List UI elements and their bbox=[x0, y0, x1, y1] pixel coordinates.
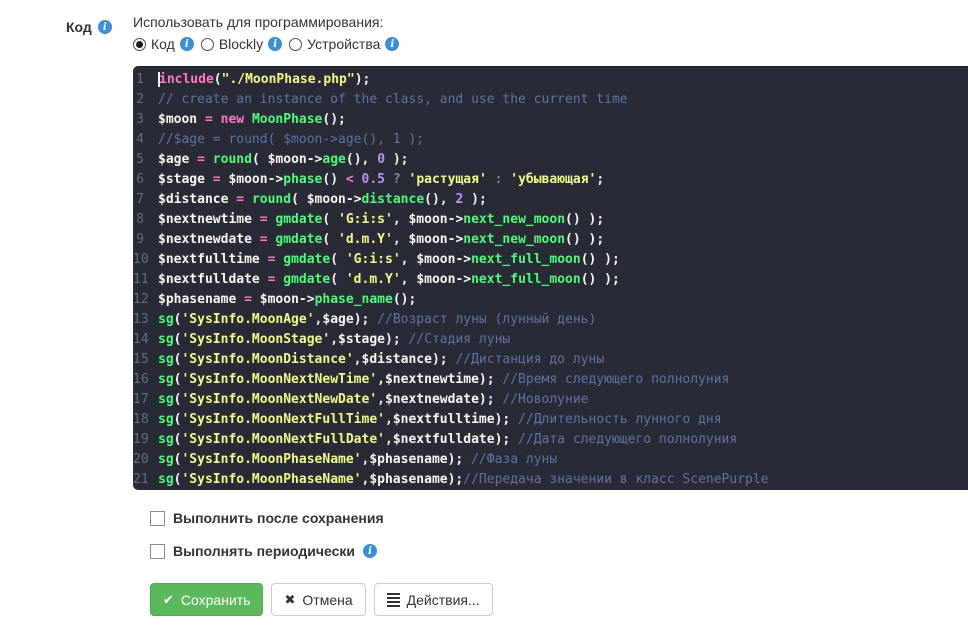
field-label-code: Код bbox=[66, 19, 112, 35]
radio-label: Код bbox=[151, 36, 175, 52]
radio-option-code[interactable]: Код bbox=[133, 36, 194, 52]
info-icon[interactable] bbox=[385, 37, 400, 51]
line-number: 13 bbox=[133, 312, 149, 327]
info-icon[interactable] bbox=[97, 20, 112, 34]
line-number: 18 bbox=[133, 412, 149, 427]
code-line[interactable]: 16 sg('SysInfo.MoonNextNewTime',$nextnewt… bbox=[133, 370, 968, 390]
actions-button[interactable]: Действия... bbox=[373, 583, 493, 616]
check-icon: ✔ bbox=[163, 592, 174, 607]
save-button-label: Сохранить bbox=[180, 591, 251, 608]
line-number: 1 bbox=[136, 72, 144, 87]
line-number: 20 bbox=[133, 452, 149, 467]
action-buttons: ✔ Сохранить ✖ Отмена Действия... bbox=[150, 583, 493, 616]
line-number: 17 bbox=[133, 392, 149, 407]
info-icon[interactable] bbox=[268, 37, 283, 51]
line-number: 19 bbox=[133, 432, 149, 447]
cancel-button-label: Отмена bbox=[302, 591, 353, 608]
checkbox-icon[interactable] bbox=[150, 543, 165, 559]
info-icon[interactable] bbox=[363, 544, 377, 558]
code-line[interactable]: 12 $phasename = $moon->phase_name(); bbox=[133, 290, 968, 310]
line-number: 3 bbox=[136, 112, 144, 127]
code-line[interactable]: 6 $stage = $moon->phase() < 0.5 ? 'растущ… bbox=[133, 170, 968, 190]
code-line[interactable]: 4//$age = round( $moon->age(), 1 ); bbox=[133, 130, 968, 150]
radio-label: Устройства bbox=[307, 36, 381, 52]
checkbox-label: Выполнить после сохранения bbox=[173, 510, 384, 526]
code-line[interactable]: 10 $nextfulltime = gmdate( 'G:i:s', $moon… bbox=[133, 250, 968, 270]
code-line[interactable]: 9 $nextnewdate = gmdate( 'd.m.Y', $moon->… bbox=[133, 230, 968, 250]
x-icon: ✖ bbox=[284, 592, 296, 607]
actions-button-label: Действия... bbox=[406, 591, 480, 608]
cancel-button[interactable]: ✖ Отмена bbox=[271, 583, 366, 616]
checkbox-label: Выполнять периодически bbox=[173, 543, 355, 559]
code-line[interactable]: 18 sg('SysInfo.MoonNextFullTime',$nextful… bbox=[133, 410, 968, 430]
line-number: 15 bbox=[133, 352, 149, 367]
usage-label: Использовать для программирования: bbox=[133, 14, 384, 30]
radio-icon[interactable] bbox=[289, 37, 303, 51]
line-number: 5 bbox=[136, 152, 144, 167]
line-number: 21 bbox=[133, 472, 149, 487]
checkbox-run-after-save[interactable]: Выполнить после сохранения bbox=[150, 510, 384, 526]
radio-icon[interactable] bbox=[200, 37, 214, 51]
programming-mode-radios: Код Blockly Устройства bbox=[133, 36, 400, 52]
radio-option-blockly[interactable]: Blockly bbox=[200, 36, 283, 52]
code-line[interactable]: 2// create an instance of the class, and… bbox=[133, 90, 968, 110]
line-number: 6 bbox=[136, 172, 144, 187]
line-number: 7 bbox=[136, 192, 144, 207]
code-line[interactable]: 15 sg('SysInfo.MoonDistance',$distance); … bbox=[133, 350, 968, 370]
line-number: 14 bbox=[133, 332, 149, 347]
line-number: 9 bbox=[136, 232, 144, 247]
code-line[interactable]: 5 $age = round( $moon->age(), 0 ); bbox=[133, 150, 968, 170]
list-icon bbox=[386, 592, 400, 607]
info-icon[interactable] bbox=[179, 37, 194, 51]
code-editor[interactable]: 1 include("./MoonPhase.php"); 2// create a… bbox=[133, 66, 968, 490]
line-number: 8 bbox=[136, 212, 144, 227]
radio-option-devices[interactable]: Устройства bbox=[289, 36, 400, 52]
checkbox-icon[interactable] bbox=[150, 510, 165, 526]
code-line[interactable]: 11 $nextfulldate = gmdate( 'd.m.Y', $moon… bbox=[133, 270, 968, 290]
code-lines: 1 include("./MoonPhase.php"); 2// create a… bbox=[133, 70, 968, 490]
radio-icon[interactable] bbox=[133, 37, 146, 51]
checkbox-group: Выполнить после сохранения Выполнять пери… bbox=[150, 510, 384, 559]
checkbox-run-periodically[interactable]: Выполнять периодически bbox=[150, 543, 384, 559]
field-label-text: Код bbox=[66, 19, 92, 35]
code-line[interactable]: 14 sg('SysInfo.MoonStage',$stage); //Стад… bbox=[133, 330, 968, 350]
line-number: 4 bbox=[136, 132, 144, 147]
save-button[interactable]: ✔ Сохранить bbox=[150, 583, 264, 616]
code-line[interactable]: 13 sg('SysInfo.MoonAge',$age); //Возраст … bbox=[133, 310, 968, 330]
line-number: 11 bbox=[133, 272, 149, 287]
code-line[interactable]: 17 sg('SysInfo.MoonNextNewDate',$nextnewd… bbox=[133, 390, 968, 410]
code-line[interactable]: 19 sg('SysInfo.MoonNextFullDate',$nextful… bbox=[133, 430, 968, 450]
code-line[interactable]: 8 $nextnewtime = gmdate( 'G:i:s', $moon->… bbox=[133, 210, 968, 230]
line-number: 2 bbox=[136, 92, 144, 107]
radio-label: Blockly bbox=[218, 36, 264, 52]
code-line[interactable]: 20 sg('SysInfo.MoonPhaseName',$phasename)… bbox=[133, 450, 968, 470]
line-number: 12 bbox=[133, 292, 149, 307]
code-line[interactable]: 3 $moon = new MoonPhase(); bbox=[133, 110, 968, 130]
code-line[interactable]: 21 sg('SysInfo.MoonPhaseName',$phasename)… bbox=[133, 470, 968, 490]
code-line[interactable]: 1 include("./MoonPhase.php"); bbox=[133, 70, 968, 90]
line-number: 16 bbox=[133, 372, 149, 387]
code-line[interactable]: 7 $distance = round( $moon->distance(), 2… bbox=[133, 190, 968, 210]
line-number: 10 bbox=[133, 252, 149, 267]
